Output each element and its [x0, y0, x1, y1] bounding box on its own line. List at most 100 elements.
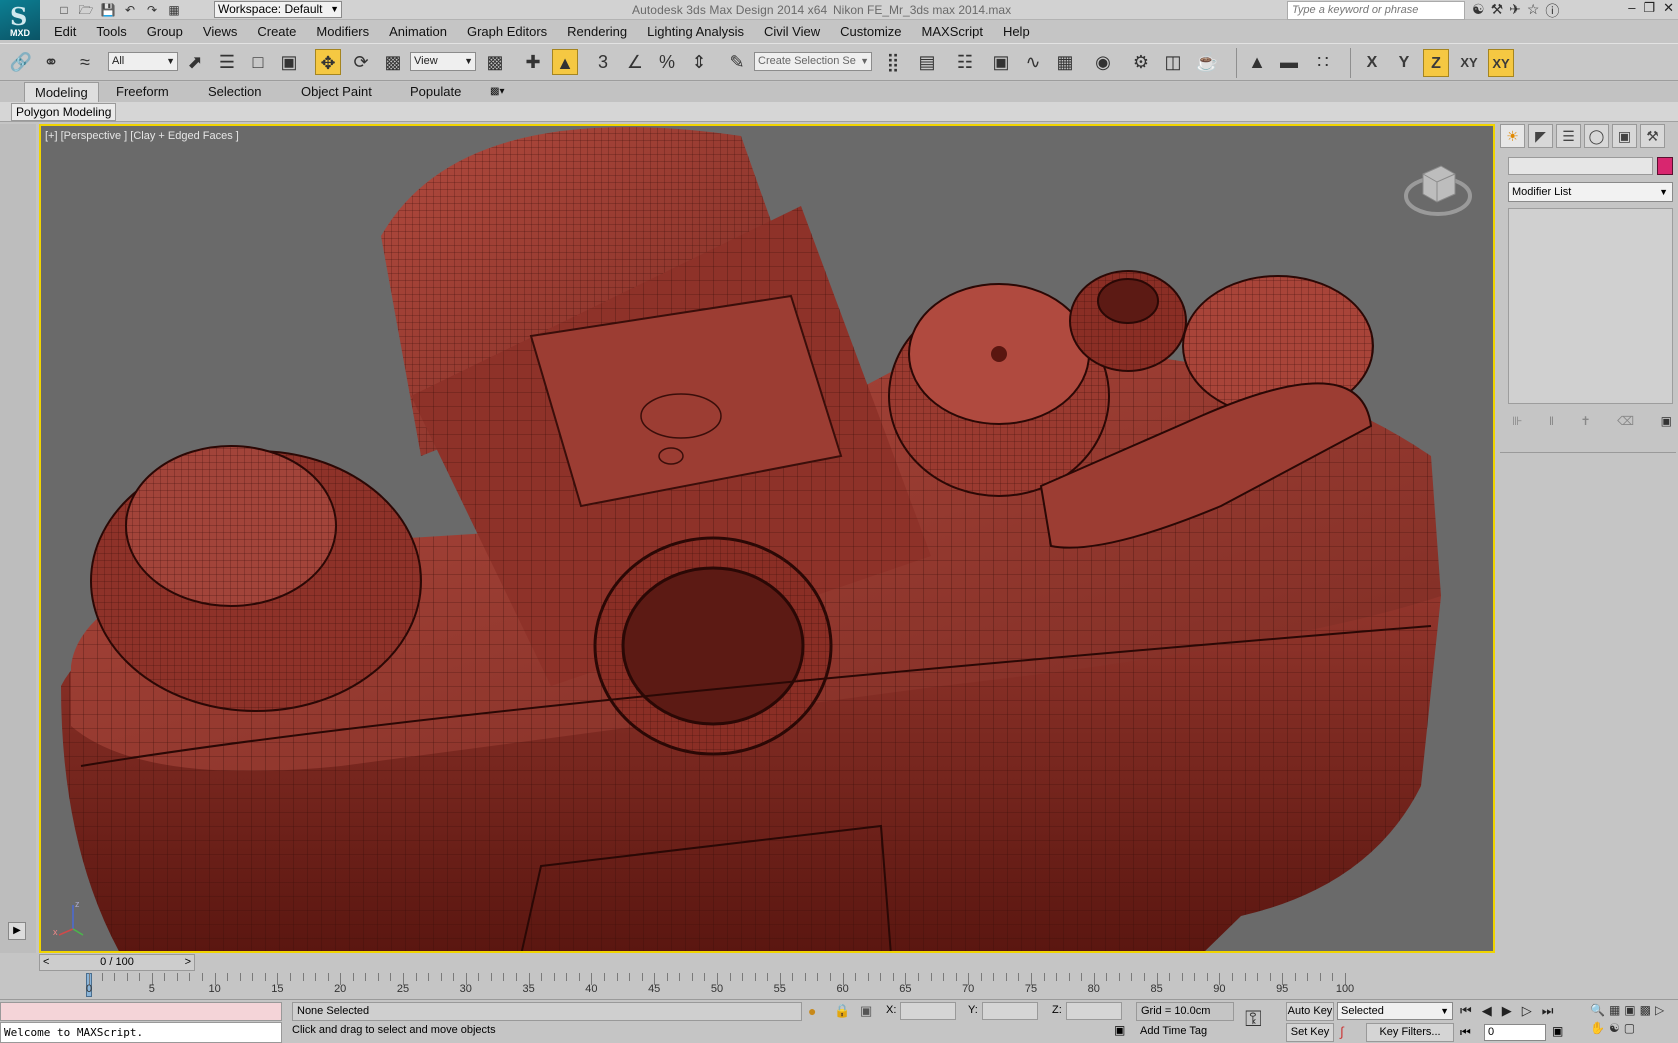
menu-rendering[interactable]: Rendering [557, 22, 637, 42]
new-file-icon[interactable]: □ [56, 3, 72, 17]
polygon-modeling-panel[interactable]: Polygon Modeling [11, 103, 117, 121]
open-file-icon[interactable]: 🗁 [78, 3, 94, 17]
time-slider[interactable]: < 0 / 100 > [39, 954, 195, 971]
viewport-perspective[interactable]: [+] [Perspective ] [Clay + Edged Faces ] [39, 124, 1495, 953]
unlink-icon[interactable]: ⚭ [38, 49, 64, 75]
menu-help[interactable]: Help [993, 22, 1040, 42]
align-icon[interactable]: ▤ [914, 49, 940, 75]
named-selection-sets-input[interactable]: Create Selection Se ▼ [754, 52, 872, 71]
modify-icon[interactable]: ◤ [1528, 124, 1553, 148]
menu-edit[interactable]: Edit [44, 22, 86, 42]
set-key-button[interactable]: Set Key [1286, 1023, 1334, 1042]
tab-object-paint[interactable]: Object Paint [291, 82, 382, 102]
axis-y-button[interactable]: Y [1391, 49, 1417, 77]
absolute-mode-icon[interactable]: ▣ [860, 1003, 872, 1019]
array-icon[interactable]: ∷ [1310, 49, 1336, 75]
go-to-start-icon[interactable]: ⏮ [1460, 1003, 1472, 1019]
remove-modifier-icon[interactable]: ⌫ [1617, 414, 1634, 428]
modifier-list-dropdown[interactable]: Modifier List ▼ [1508, 182, 1673, 202]
edit-named-selection-icon[interactable]: ✎ [724, 49, 750, 75]
axis-z-button[interactable]: Z [1423, 49, 1449, 77]
configure-modifier-sets-icon[interactable]: ▣ [1661, 414, 1672, 428]
app-logo[interactable]: S MXD [0, 0, 40, 40]
track-bar[interactable]: 0 5 10 15 20 25 30 35 40 45 50 55 60 65 70 75 80 85 90 95 10… [39, 973, 1498, 998]
redo-icon[interactable]: ↷ [144, 3, 160, 17]
menu-lighting-analysis[interactable]: Lighting Analysis [637, 22, 754, 42]
go-to-end-icon[interactable]: ⏭ [1542, 1003, 1554, 1019]
ribbon-options-icon[interactable]: ▩▾ [480, 82, 514, 102]
menu-create[interactable]: Create [247, 22, 306, 42]
make-unique-icon[interactable]: ✝ [1581, 414, 1591, 428]
reference-coord-dropdown[interactable]: View ▼ [410, 52, 476, 71]
search-input[interactable]: Type a keyword or phrase [1287, 1, 1465, 20]
save-file-icon[interactable]: 💾 [100, 3, 116, 17]
menu-civil-view[interactable]: Civil View [754, 22, 830, 42]
orbit-icon[interactable]: ☯ [1609, 1021, 1620, 1035]
axis-x-button[interactable]: X [1359, 49, 1385, 77]
show-end-result-icon[interactable]: ‖ [1549, 414, 1554, 428]
tab-populate[interactable]: Populate [400, 82, 471, 102]
next-frame-icon[interactable]: ▷ [1522, 1003, 1532, 1019]
pin-stack-icon[interactable]: ⊪ [1512, 414, 1522, 428]
viewcube[interactable] [1403, 156, 1473, 223]
display-icon[interactable]: ▣ [1612, 124, 1637, 148]
z-coord-field[interactable] [1066, 1002, 1122, 1020]
tab-modeling[interactable]: Modeling [24, 82, 99, 102]
play-icon[interactable]: ▶ [1502, 1003, 1512, 1019]
y-coord-field[interactable] [982, 1002, 1038, 1020]
selection-filter-dropdown[interactable]: All ▼ [108, 52, 178, 71]
object-name-field[interactable] [1508, 157, 1653, 175]
restore-icon[interactable]: ❐ [1643, 0, 1655, 16]
civil-view-icon[interactable]: ▲ [1244, 49, 1270, 75]
render-setup-icon[interactable]: ⚙ [1128, 49, 1154, 75]
x-coord-field[interactable] [900, 1002, 956, 1020]
keyboard-shortcut-override-icon[interactable]: ▲ [552, 49, 578, 75]
pivot-center-icon[interactable]: ▩ [482, 49, 508, 75]
key-mode-icon[interactable]: ∫ [1340, 1024, 1344, 1039]
expand-ribbon-icon[interactable]: ▶ [8, 922, 26, 940]
axis-xy-button[interactable]: XY [1456, 49, 1482, 77]
tab-freeform[interactable]: Freeform [106, 82, 179, 102]
communication-icon[interactable]: ✈ [1509, 1, 1521, 21]
spinner-snap-icon[interactable]: ⇕ [686, 49, 712, 75]
lock-selection-icon[interactable]: 🔒 [834, 1003, 850, 1019]
select-rotate-icon[interactable]: ⟳ [348, 49, 374, 75]
add-time-tag-button[interactable]: Add Time Tag [1140, 1025, 1207, 1037]
link-icon[interactable]: 🔗 [8, 49, 34, 75]
time-slider-next[interactable]: > [185, 955, 191, 970]
hierarchy-icon[interactable]: ☰ [1556, 124, 1581, 148]
close-icon[interactable]: ✕ [1663, 0, 1674, 16]
binoculars-icon[interactable]: ☯ [1472, 1, 1485, 21]
menu-group[interactable]: Group [137, 22, 193, 42]
bind-space-warp-icon[interactable]: ≈ [72, 49, 98, 75]
menu-customize[interactable]: Customize [830, 22, 911, 42]
isolate-selection-icon[interactable]: ● [808, 1003, 816, 1019]
select-move-icon[interactable]: ✥ [315, 49, 341, 75]
viewport-label[interactable]: [+] [Perspective ] [Clay + Edged Faces ] [45, 130, 239, 142]
zoom-all-icon[interactable]: ▦ [1609, 1003, 1620, 1017]
maximize-viewport-icon[interactable]: ▢ [1624, 1021, 1635, 1035]
key-selection-dropdown[interactable]: Selected ▼ [1337, 1002, 1453, 1020]
material-editor-icon[interactable]: ◉ [1090, 49, 1116, 75]
time-tag-icon[interactable]: ▣ [1114, 1023, 1125, 1037]
snaps-toggle-icon[interactable]: 3 [590, 49, 616, 75]
time-slider-prev[interactable]: < [43, 955, 49, 970]
render-production-icon[interactable]: ☕ [1194, 49, 1220, 75]
key-mode-toggle-icon[interactable]: ⏮ [1460, 1025, 1471, 1040]
menu-tools[interactable]: Tools [86, 22, 136, 42]
project-folder-icon[interactable]: ▦ [166, 3, 182, 17]
set-key-icon[interactable]: ⚿ [1245, 1006, 1262, 1032]
transform-gizmo-icon[interactable]: ✚ [520, 49, 546, 75]
angle-snap-icon[interactable]: ∠ [622, 49, 648, 75]
motion-icon[interactable]: ◯ [1584, 124, 1609, 148]
current-frame-field[interactable]: 0 [1484, 1024, 1546, 1041]
select-scale-icon[interactable]: ▩ [380, 49, 406, 75]
auto-key-button[interactable]: Auto Key [1286, 1002, 1334, 1021]
percent-snap-icon[interactable]: % [654, 49, 680, 75]
window-crossing-icon[interactable]: ▣ [276, 49, 302, 75]
menu-maxscript[interactable]: MAXScript [912, 22, 993, 42]
select-object-icon[interactable]: ⬈ [182, 49, 208, 75]
schematic-view-icon[interactable]: ▦ [1052, 49, 1078, 75]
object-color-swatch[interactable] [1657, 157, 1673, 175]
measure-icon[interactable]: ▬ [1276, 49, 1302, 75]
